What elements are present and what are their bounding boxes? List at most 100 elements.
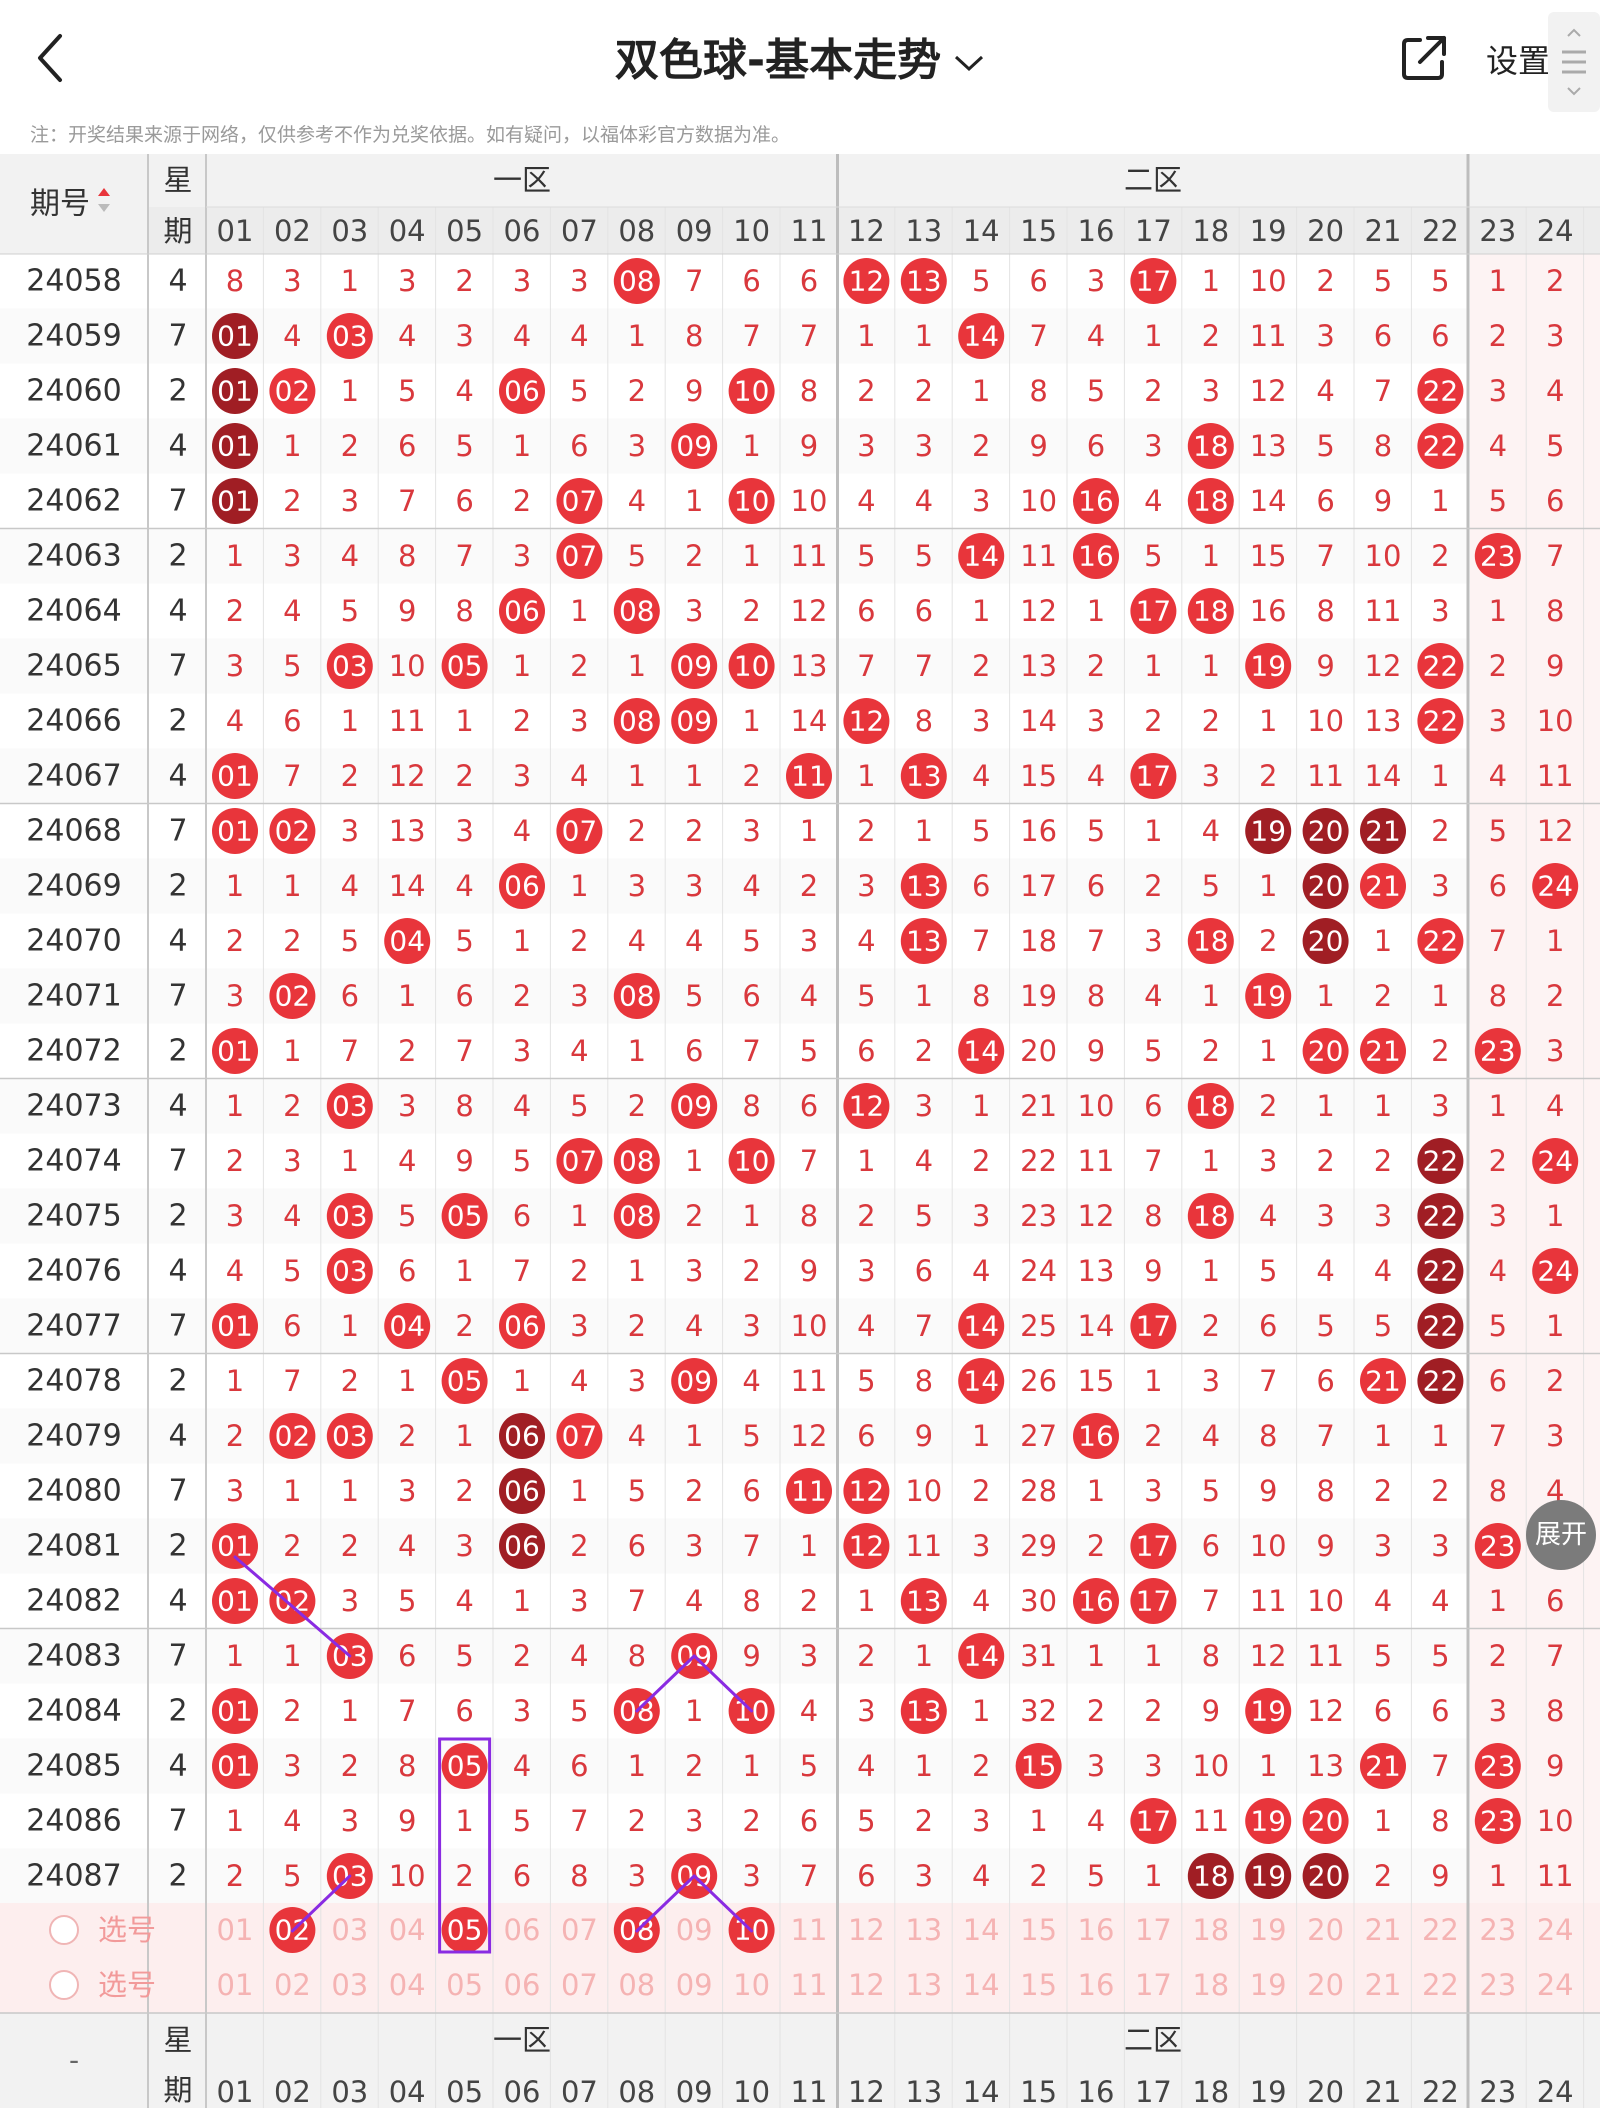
omission-value: 5 [398,1584,416,1618]
issue-number: 24086 [26,1804,121,1839]
omission-value: 2 [226,594,244,628]
omission-value: 1 [1202,539,1220,573]
omission-value: 6 [1202,1529,1220,1563]
omission-value: 13 [389,814,426,848]
selectable-number[interactable]: 03 [331,1968,368,2002]
selectable-number[interactable]: 24 [1537,1968,1574,2002]
selectable-number[interactable]: 24 [1537,1913,1574,1947]
selectable-number[interactable]: 15 [1020,1968,1057,2002]
selectable-number[interactable]: 07 [561,1913,598,1947]
omission-value: 14 [1078,1309,1115,1343]
omission-value: 1 [570,1474,588,1508]
omission-value: 7 [398,1694,416,1728]
omission-value: 2 [513,979,531,1013]
issue-number: 24069 [26,869,121,904]
selectable-number[interactable]: 02 [274,1968,311,2002]
selectable-number[interactable]: 05 [446,1968,483,2002]
omission-value: 3 [398,264,416,298]
selectable-number[interactable]: 06 [504,1913,541,1947]
omission-value: 2 [226,924,244,958]
omission-value: 3 [1374,1529,1392,1563]
selectable-number[interactable]: 04 [389,1913,426,1947]
expand-button[interactable]: 展开 [1526,1500,1596,1570]
drawn-number-label: 13 [906,265,942,298]
omission-value: 3 [628,1859,646,1893]
selectable-number[interactable]: 18 [1192,1968,1229,2002]
selectable-number[interactable]: 04 [389,1968,426,2002]
selectable-number[interactable]: 06 [504,1968,541,2002]
select-radio[interactable] [49,1970,79,2000]
selectable-number[interactable]: 19 [1250,1913,1287,1947]
omission-value: 2 [685,814,703,848]
selectable-number[interactable]: 08 [618,1968,655,2002]
number-column-header: 21 [1365,214,1402,248]
selectable-number[interactable]: 17 [1135,1913,1172,1947]
selectable-number[interactable]: 18 [1192,1913,1229,1947]
omission-value: 1 [570,1199,588,1233]
selectable-number[interactable]: 09 [676,1913,713,1947]
omission-value: 1 [398,1364,416,1398]
selectable-number[interactable]: 12 [848,1968,885,2002]
drawn-number-label: 06 [504,1310,540,1343]
omission-value: 3 [1546,319,1564,353]
drawn-number-label: 18 [1193,430,1229,463]
selectable-number[interactable]: 20 [1307,1913,1344,1947]
footer-number-header: 03 [331,2075,368,2108]
omission-value: 24 [1020,1254,1057,1288]
omission-value: 1 [455,1419,473,1453]
selectable-number[interactable]: 07 [561,1968,598,2002]
selectable-number[interactable]: 21 [1365,1968,1402,2002]
omission-value: 3 [455,814,473,848]
omission-value: 2 [283,1089,301,1123]
selectable-number[interactable]: 09 [676,1968,713,2002]
select-radio[interactable] [49,1915,79,1945]
omission-value: 2 [1374,1859,1392,1893]
selectable-number[interactable]: 15 [1020,1913,1057,1947]
selectable-number[interactable]: 13 [905,1968,942,2002]
omission-value: 3 [972,1804,990,1838]
selectable-number[interactable]: 22 [1422,1913,1459,1947]
omission-value: 2 [1144,869,1162,903]
omission-value: 13 [1020,649,1057,683]
selectable-number[interactable]: 22 [1422,1968,1459,2002]
selectable-number[interactable]: 17 [1135,1968,1172,2002]
weekday-value: 7 [168,1639,187,1674]
selectable-number[interactable]: 21 [1365,1913,1402,1947]
omission-value: 2 [685,1474,703,1508]
drawn-number-label: 01 [217,430,253,463]
selectable-number[interactable]: 16 [1078,1913,1115,1947]
selectable-number[interactable]: 11 [791,1968,828,2002]
selectable-number[interactable]: 19 [1250,1968,1287,2002]
selectable-number[interactable]: 23 [1479,1913,1516,1947]
omission-value: 10 [1020,484,1057,518]
selectable-number[interactable]: 01 [217,1968,254,2002]
omission-value: 1 [513,649,531,683]
selectable-number[interactable]: 13 [905,1913,942,1947]
omission-value: 2 [1087,649,1105,683]
selectable-number[interactable]: 14 [963,1968,1000,2002]
omission-value: 13 [1078,1254,1115,1288]
omission-value: 4 [915,484,933,518]
omission-value: 4 [742,1364,760,1398]
omission-value: 1 [628,1034,646,1068]
omission-value: 2 [742,594,760,628]
omission-value: 5 [283,1859,301,1893]
number-column-header: 23 [1479,214,1516,248]
selectable-number[interactable]: 16 [1078,1968,1115,2002]
selectable-number[interactable]: 03 [331,1913,368,1947]
omission-value: 3 [972,1529,990,1563]
drawn-number-label: 01 [217,1585,253,1618]
weekday-value: 2 [168,869,187,904]
selectable-number[interactable]: 14 [963,1913,1000,1947]
omission-value: 1 [341,264,359,298]
selectable-number[interactable]: 12 [848,1913,885,1947]
selectable-number[interactable]: 20 [1307,1968,1344,2002]
selectable-number[interactable]: 23 [1479,1968,1516,2002]
drawn-number-label: 16 [1078,540,1114,573]
selectable-number[interactable]: 11 [791,1913,828,1947]
selectable-number[interactable]: 01 [217,1913,254,1947]
omission-value: 11 [791,539,828,573]
selectable-number[interactable]: 10 [733,1968,770,2002]
omission-value: 2 [283,1694,301,1728]
issue-number: 24081 [26,1529,121,1564]
